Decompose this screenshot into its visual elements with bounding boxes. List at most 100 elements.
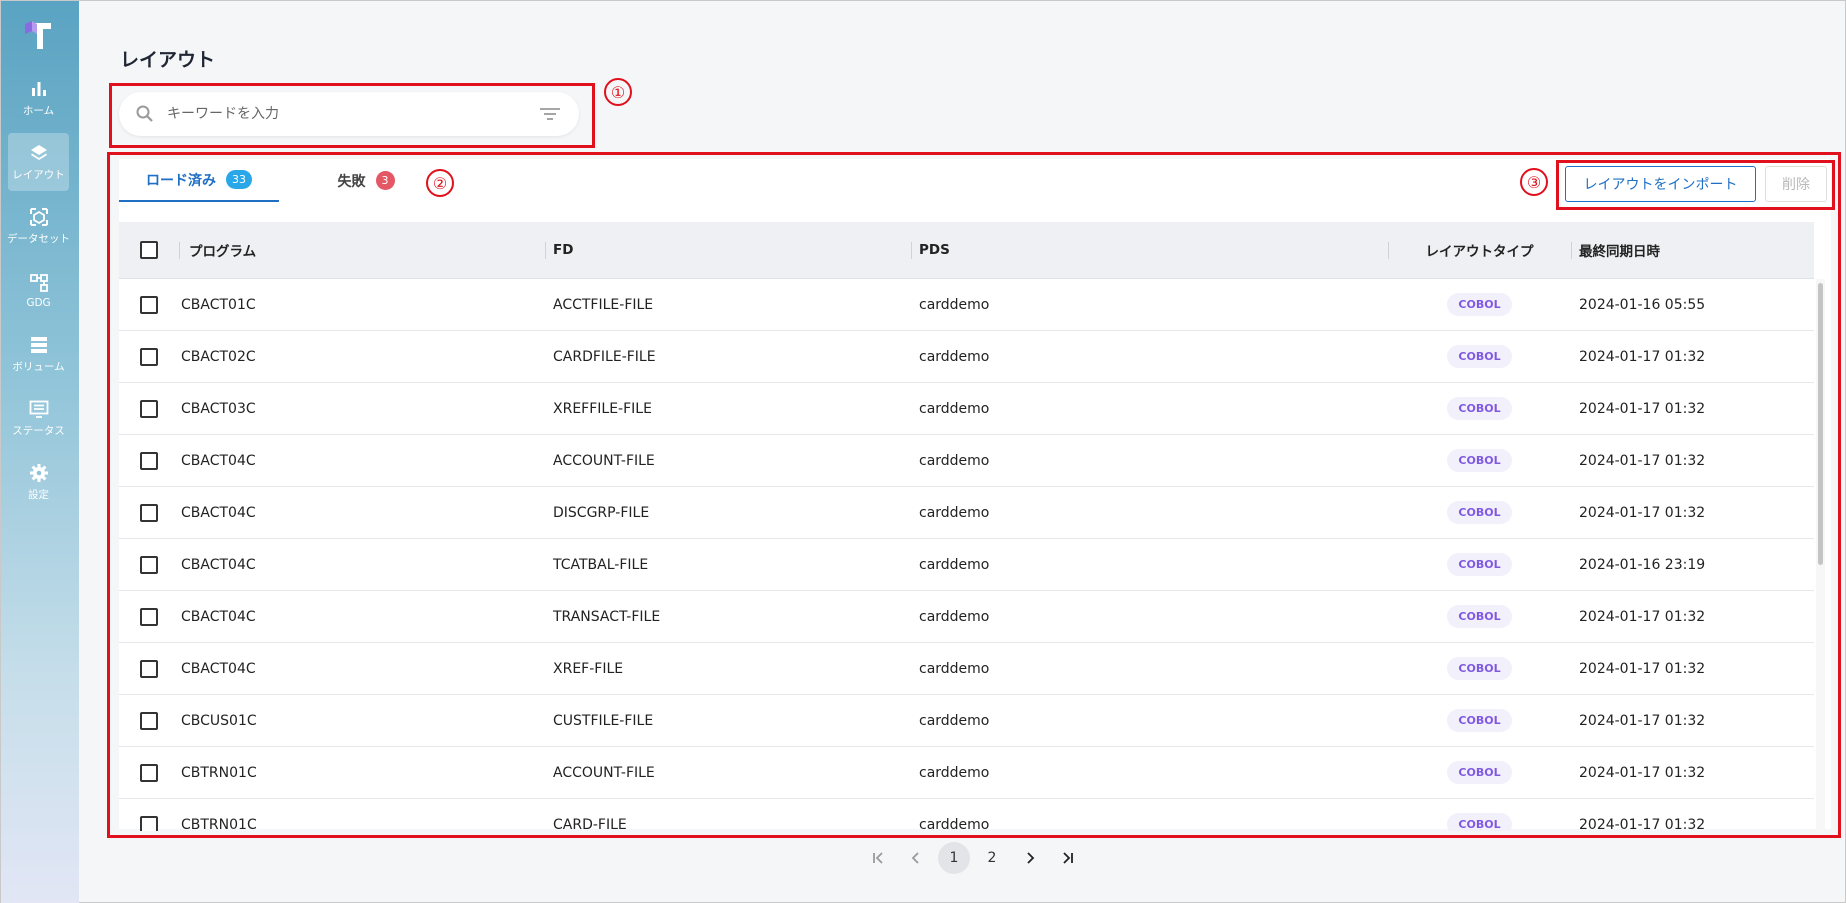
cell-fd: ACCOUNT-FILE [553,452,655,469]
row-checkbox[interactable] [140,399,158,418]
select-all-cell [119,222,179,278]
layout-type-badge: COBOL [1447,293,1512,316]
delete-button[interactable]: 削除 [1765,166,1827,202]
page-button-1[interactable]: 1 [938,842,970,874]
row-checkbox[interactable] [140,763,158,782]
table-row[interactable]: CBTRN01C CARD-FILE carddemo COBOL 2024-01-17… [119,799,1814,831]
cell-last-sync: 2024-01-17 01:32 [1579,608,1706,625]
last-page-button[interactable] [1052,842,1084,874]
table-row[interactable]: CBTRN01C ACCOUNT-FILE carddemo COBOL 2024-01… [119,747,1814,799]
column-header-fd[interactable]: FD [545,222,911,278]
cell-last-sync: 2024-01-17 01:32 [1579,504,1706,521]
cell-pds: carddemo [919,296,990,313]
table-row[interactable]: CBACT04C TRANSACT-FILE carddemo COBOL 2024-0… [119,591,1814,643]
sidebar-item-gdg[interactable]: GDG [8,261,69,319]
page-button-2[interactable]: 2 [976,842,1008,874]
cell-last-sync: 2024-01-17 01:32 [1579,764,1706,781]
cell-pds: carddemo [919,712,990,729]
cell-fd: DISCGRP-FILE [553,504,650,521]
first-page-button[interactable] [862,842,894,874]
status-icon [29,400,48,418]
search-bar [119,92,579,136]
cell-program: CBACT04C [181,452,256,469]
table-row[interactable]: CBACT04C DISCGRP-FILE carddemo COBOL 2024-01… [119,487,1814,539]
sidebar-item-layout[interactable]: レイアウト [8,133,69,191]
annotation-number: ② [426,169,454,197]
row-checkbox-cell [119,399,179,418]
cell-program: CBCUS01C [181,712,257,729]
row-checkbox[interactable] [140,347,158,366]
layout-type-badge: COBOL [1447,657,1512,680]
sidebar-item-label: ホーム [22,105,55,117]
cell-pds: carddemo [919,608,990,625]
app-logo[interactable] [21,15,59,53]
cell-last-sync: 2024-01-16 05:55 [1579,296,1706,313]
row-checkbox[interactable] [140,659,158,678]
row-checkbox[interactable] [140,503,158,522]
sidebar-item-status[interactable]: ステータス [8,389,69,447]
cell-fd: XREFFILE-FILE [553,400,652,417]
column-header-last-sync[interactable]: 最終同期日時 [1571,222,1814,278]
cell-program: CBACT04C [181,660,256,677]
row-checkbox-cell [119,347,179,366]
layout-type-badge: COBOL [1447,397,1512,420]
row-checkbox[interactable] [140,711,158,730]
sidebar-item-volume[interactable]: ボリューム [8,325,69,383]
annotation-number: ③ [1520,168,1548,196]
sidebar-item-dataset[interactable]: データセット [7,197,70,255]
import-layout-button[interactable]: レイアウトをインポート [1565,166,1756,202]
cell-layout-type: COBOL [1388,449,1571,472]
filter-icon[interactable] [537,104,563,124]
cell-fd: CARD-FILE [553,816,627,832]
cell-layout-type: COBOL [1388,761,1571,784]
cell-layout-type: COBOL [1388,605,1571,628]
next-page-button[interactable] [1014,842,1046,874]
cell-layout-type: COBOL [1388,345,1571,368]
last-page-icon [1063,852,1073,864]
column-header-pds[interactable]: PDS [911,222,1388,278]
table-row[interactable]: CBCUS01C CUSTFILE-FILE carddemo COBOL 2024-0… [119,695,1814,747]
tab-loaded[interactable]: ロード済み 33 [119,159,279,202]
column-header-layout-type[interactable]: レイアウトタイプ [1388,222,1571,278]
table-scrollbar[interactable] [1818,283,1823,565]
column-header-program[interactable]: プログラム [179,222,545,278]
table-row[interactable]: CBACT02C CARDFILE-FILE carddemo COBOL 2024-0… [119,331,1814,383]
sidebar-item-settings[interactable]: 設定 [8,453,69,511]
sidebar-item-home[interactable]: ホーム [8,69,69,127]
gdg-icon [29,273,48,292]
cell-last-sync: 2024-01-17 01:32 [1579,452,1706,469]
annotation-number: ① [604,78,632,106]
tab-failed[interactable]: 失敗 3 [301,159,431,202]
row-checkbox[interactable] [140,555,158,574]
sidebar: ホーム レイアウト データセット GDG ボリューム ステータス 設定 [1,1,79,903]
tab-label: 失敗 [337,173,366,190]
chevron-left-icon [911,852,919,864]
cell-last-sync: 2024-01-17 01:32 [1579,816,1706,832]
cell-last-sync: 2024-01-17 01:32 [1579,660,1706,677]
page-title: レイアウト [120,49,216,71]
row-checkbox[interactable] [140,295,158,314]
sidebar-item-label: ボリューム [12,361,65,373]
table-row[interactable]: CBACT01C ACCTFILE-FILE carddemo COBOL 2024-0… [119,279,1814,331]
tab-count-badge: 3 [375,171,395,190]
cell-program: CBACT02C [181,348,256,365]
layout-type-badge: COBOL [1447,553,1512,576]
row-checkbox-cell [119,711,179,730]
table-row[interactable]: CBACT04C TCATBAL-FILE carddemo COBOL 2024-01… [119,539,1814,591]
previous-page-button[interactable] [900,842,932,874]
layout-table: プログラム FD PDS レイアウトタイプ 最終同期日時 CBACT01C ACC… [119,222,1814,831]
cell-program: CBACT04C [181,504,256,521]
row-checkbox[interactable] [140,451,158,470]
layout-type-badge: COBOL [1447,813,1512,831]
table-body: CBACT01C ACCTFILE-FILE carddemo COBOL 2024-0… [119,279,1814,831]
row-checkbox[interactable] [140,607,158,626]
bar-chart-icon [31,82,46,96]
search-input[interactable] [167,106,537,122]
table-row[interactable]: CBACT04C XREF-FILE carddemo COBOL 2024-01-17… [119,643,1814,695]
cell-pds: carddemo [919,452,990,469]
table-row[interactable]: CBACT03C XREFFILE-FILE carddemo COBOL 2024-0… [119,383,1814,435]
select-all-checkbox[interactable] [140,241,158,259]
table-row[interactable]: CBACT04C ACCOUNT-FILE carddemo COBOL 2024-01… [119,435,1814,487]
row-checkbox-cell [119,607,179,626]
row-checkbox[interactable] [140,815,158,831]
